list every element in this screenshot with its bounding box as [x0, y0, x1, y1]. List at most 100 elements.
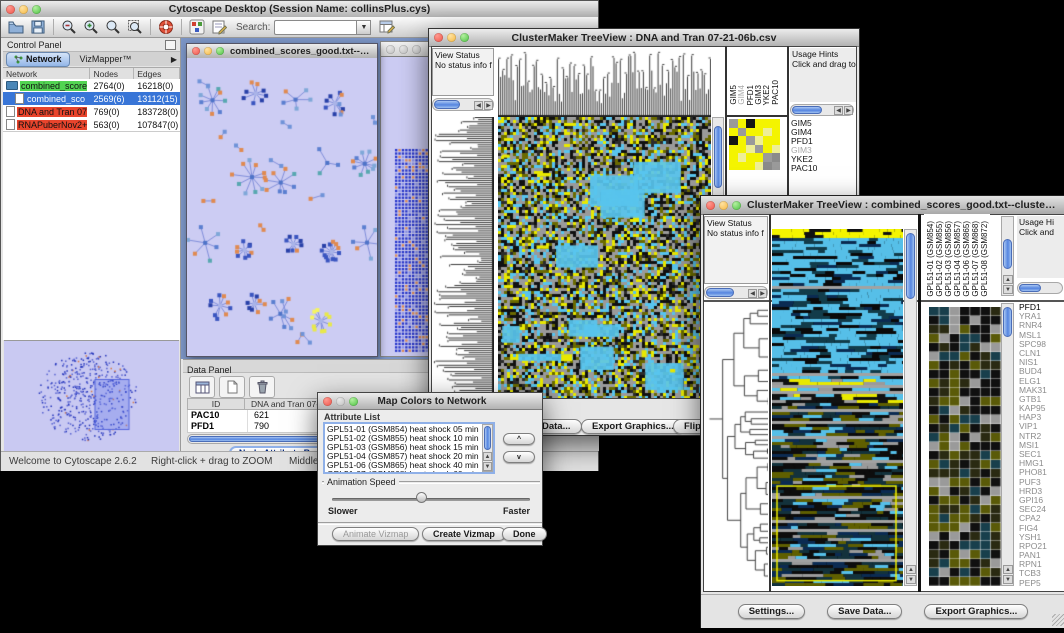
gene-name-list[interactable]: PFD1YRA1RNR4MSL1SPC98CLN1NIS1BUD4ELG1MAK…	[1017, 303, 1064, 589]
save-session-button[interactable]	[27, 18, 49, 36]
birdseye-view[interactable]	[4, 340, 179, 451]
cytoscape-titlebar[interactable]: Cytoscape Desktop (Session Name: collins…	[1, 1, 598, 18]
resize-grip[interactable]	[1052, 614, 1064, 626]
network-view-titlebar[interactable]: combined_scores_good.txt--cluste...	[187, 44, 377, 59]
view-status-scrollbar[interactable]: ◀ ▶	[432, 98, 494, 111]
gene-name[interactable]: MON2	[1019, 588, 1064, 589]
annotation-icon[interactable]	[208, 18, 230, 36]
vizmapper-icon[interactable]	[186, 18, 208, 36]
treeview-dna-titlebar[interactable]: ClusterMaker TreeView : DNA and Tran 07-…	[429, 29, 859, 47]
network-row-combined-scores[interactable]: combined_scores 2764(0) 16218(0)	[3, 79, 180, 92]
table-edit-icon[interactable]	[376, 18, 398, 36]
tab-vizmapper[interactable]: VizMapper™	[70, 54, 142, 64]
toolbar-separator	[150, 19, 151, 35]
matrix-cell	[763, 119, 772, 128]
tab-overflow-arrow[interactable]: ▶	[171, 55, 177, 64]
heatmap-main[interactable]	[772, 229, 903, 586]
create-vizmap-button[interactable]: Create Vizmap	[422, 527, 506, 541]
usage-hints-scrollbar[interactable]: ◀ ▶	[790, 104, 854, 116]
matrix-cell	[755, 145, 764, 154]
dense-network-view[interactable]	[393, 147, 431, 355]
attribute-list-scrollbar[interactable]: ▲ ▼	[482, 424, 493, 472]
zoom-button[interactable]	[732, 201, 741, 210]
tab-network[interactable]: Network	[6, 52, 70, 67]
matrix-cell	[746, 153, 755, 162]
status-zoom-hint: Right-click + drag to ZOOM	[151, 452, 272, 472]
close-button[interactable]	[706, 201, 715, 210]
matrix-cell	[772, 128, 781, 137]
minimize-button[interactable]	[19, 5, 28, 14]
treeview-action-button[interactable]: Settings...	[738, 604, 805, 619]
attribute-item[interactable]: GPL51-07 (GSM868) heat shock 60 min	[325, 470, 493, 474]
view-status-panel: View Status No status info f	[704, 216, 768, 284]
id-column-header[interactable]: ID	[188, 399, 245, 409]
zoom-button[interactable]	[412, 45, 421, 54]
float-panel-icon[interactable]	[165, 40, 176, 50]
help-lifering-icon[interactable]	[155, 18, 177, 36]
attribute-list[interactable]: GPL51-01 (GSM854) heat shock 05 minGPL51…	[323, 422, 495, 474]
minimize-button[interactable]	[204, 47, 212, 55]
network-canvas[interactable]	[187, 58, 377, 356]
treeview-action-button[interactable]: Save Data...	[827, 604, 902, 619]
zoom-button[interactable]	[460, 33, 469, 42]
export-graphics-button[interactable]: Export Graphics...	[581, 419, 685, 434]
view-status-scrollbar[interactable]: ◀ ▶	[704, 286, 768, 299]
close-button[interactable]	[323, 397, 332, 406]
minimize-button[interactable]	[719, 201, 728, 210]
animation-slider-thumb[interactable]	[416, 492, 427, 503]
zoom-button[interactable]	[32, 5, 41, 14]
network-row-rnapuber[interactable]: RNAPuberNov2+ 563(0) 107847(0)	[3, 118, 180, 131]
close-button[interactable]	[192, 47, 200, 55]
gene-list-scrollbar[interactable]: ▲ ▼	[1001, 303, 1014, 586]
zoom-out-icon[interactable]	[58, 18, 80, 36]
similarity-matrix[interactable]	[729, 119, 780, 170]
zoom-button[interactable]	[349, 397, 358, 406]
row-dendrogram[interactable]	[432, 117, 494, 398]
map-colors-titlebar[interactable]: Map Colors to Network	[318, 393, 542, 410]
search-input[interactable]	[274, 20, 356, 35]
gene-column-labels: GIM5GIM4PFD1GIM3YKE2PAC10	[729, 48, 779, 117]
minimize-button[interactable]	[447, 33, 456, 42]
matrix-cell	[755, 128, 764, 137]
zoom-fit-icon[interactable]	[124, 18, 146, 36]
delete-attribute-icon[interactable]	[249, 376, 275, 398]
move-up-button[interactable]: ^	[503, 433, 535, 445]
desktop: Cytoscape Desktop (Session Name: collins…	[0, 0, 1064, 633]
new-attribute-icon[interactable]	[219, 376, 245, 398]
row-dendrogram[interactable]	[704, 303, 768, 586]
network-row-dna-tran[interactable]: DNA and Tran 07 769(0) 183728(0)	[3, 105, 180, 118]
usage-hints-scrollbar[interactable]	[1017, 282, 1063, 294]
heatmap-zoomed[interactable]	[929, 307, 1001, 586]
zoom-selected-icon[interactable]	[102, 18, 124, 36]
animation-speed-label: Animation Speed	[324, 477, 399, 487]
close-button[interactable]	[386, 45, 395, 54]
document-icon	[15, 93, 24, 104]
gene-column-label: PFD1	[746, 85, 754, 105]
treeview-combined-titlebar[interactable]: ClusterMaker TreeView : combined_scores_…	[701, 196, 1064, 215]
matrix-cell	[755, 153, 764, 162]
close-button[interactable]	[6, 5, 15, 14]
move-down-button[interactable]: v	[503, 451, 535, 463]
heatmap-vscrollbar[interactable]: ▲ ▼	[904, 229, 917, 586]
animate-vizmap-button[interactable]: Animate Vizmap	[332, 527, 419, 541]
matrix-cell	[763, 153, 772, 162]
condition-scrollbar[interactable]: ▲ ▼	[1001, 216, 1014, 296]
map-colors-dialog: Map Colors to Network Attribute List GPL…	[317, 392, 543, 546]
attribute-select-icon[interactable]	[189, 376, 215, 398]
close-button[interactable]	[434, 33, 443, 42]
minimize-button[interactable]	[399, 45, 408, 54]
search-dropdown-button[interactable]: ▼	[356, 20, 371, 35]
matrix-cell	[763, 145, 772, 154]
heatmap-main[interactable]	[498, 117, 711, 398]
treeview-action-button[interactable]: Export Graphics...	[924, 604, 1028, 619]
network-row-combined-sco-selected[interactable]: combined_sco 2569(6) 13112(15)	[3, 92, 180, 105]
animation-slider-track[interactable]	[332, 498, 530, 501]
zoom-in-icon[interactable]	[80, 18, 102, 36]
control-panel: Control Panel Network VizMapper™ ▶ Netwo…	[3, 38, 181, 451]
column-dendrogram[interactable]	[498, 48, 711, 117]
minimize-button[interactable]	[336, 397, 345, 406]
open-session-button[interactable]	[5, 18, 27, 36]
zoom-button[interactable]	[216, 47, 224, 55]
network-view-window[interactable]: combined_scores_good.txt--cluste...	[186, 43, 378, 357]
done-button[interactable]: Done	[502, 527, 547, 541]
